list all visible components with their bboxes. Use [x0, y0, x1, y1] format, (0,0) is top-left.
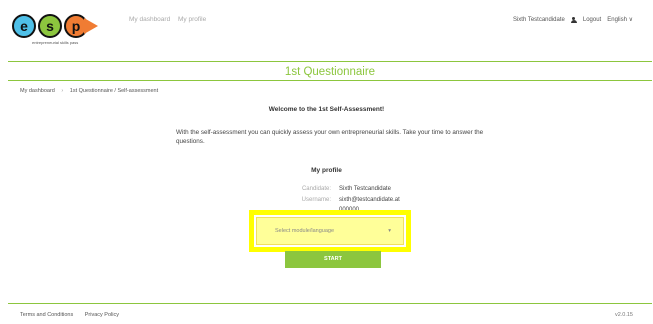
intro-text: With the self-assessment you can quickly… [176, 129, 484, 145]
nav-dashboard-link[interactable]: My dashboard [129, 16, 170, 23]
page-title-band: 1st Questionnaire [8, 61, 652, 81]
terms-link[interactable]: Terms and Conditions [20, 312, 73, 318]
dropdown-arrow-icon: ▾ [388, 228, 391, 234]
main-nav: My dashboard My profile [129, 16, 212, 23]
logout-link[interactable]: Logout [583, 17, 601, 23]
breadcrumb: My dashboard › 1st Questionnaire / Self-… [20, 88, 158, 94]
language-label: English [607, 17, 627, 23]
logo-tagline: entrepreneurial skills pass [32, 40, 79, 45]
logo-s: s [38, 14, 62, 38]
page-title: 1st Questionnaire [284, 66, 376, 78]
user-bar: Sixth Testcandidate Logout English ∨ [513, 16, 633, 23]
user-name: Sixth Testcandidate [512, 16, 565, 23]
username-label: Username: [301, 197, 331, 203]
candidate-value: Sixth Testcandidate [339, 186, 391, 192]
nav-profile-link[interactable]: My profile [178, 16, 206, 23]
logo-e: e [12, 14, 36, 38]
profile-title: My profile [311, 167, 342, 174]
candidate-label: Candidate: [301, 186, 331, 192]
welcome-heading: Welcome to the 1st Self-Assessment! [268, 106, 385, 113]
username-value: sixth@testcandidate.at [339, 197, 400, 203]
breadcrumb-home[interactable]: My dashboard [20, 88, 55, 94]
logo-arrow-icon [84, 18, 98, 34]
language-selector[interactable]: English ∨ [607, 16, 633, 23]
select-placeholder: Select module/language [275, 228, 335, 234]
start-button[interactable]: START [285, 251, 381, 268]
privacy-link[interactable]: Privacy Policy [85, 312, 119, 318]
user-icon [570, 16, 577, 23]
breadcrumb-current: 1st Questionnaire / Self-assessment [69, 88, 159, 94]
chevron-down-icon: ∨ [628, 17, 633, 23]
footer-links: Terms and Conditions Privacy Policy [20, 312, 129, 318]
esp-logo[interactable]: e s p entrepreneurial skills pass [12, 14, 117, 48]
module-language-select[interactable]: Select module/language ▾ [256, 217, 404, 245]
footer-divider [8, 303, 652, 304]
version-label: v2.0.15 [614, 312, 633, 318]
breadcrumb-separator: › [61, 88, 64, 94]
